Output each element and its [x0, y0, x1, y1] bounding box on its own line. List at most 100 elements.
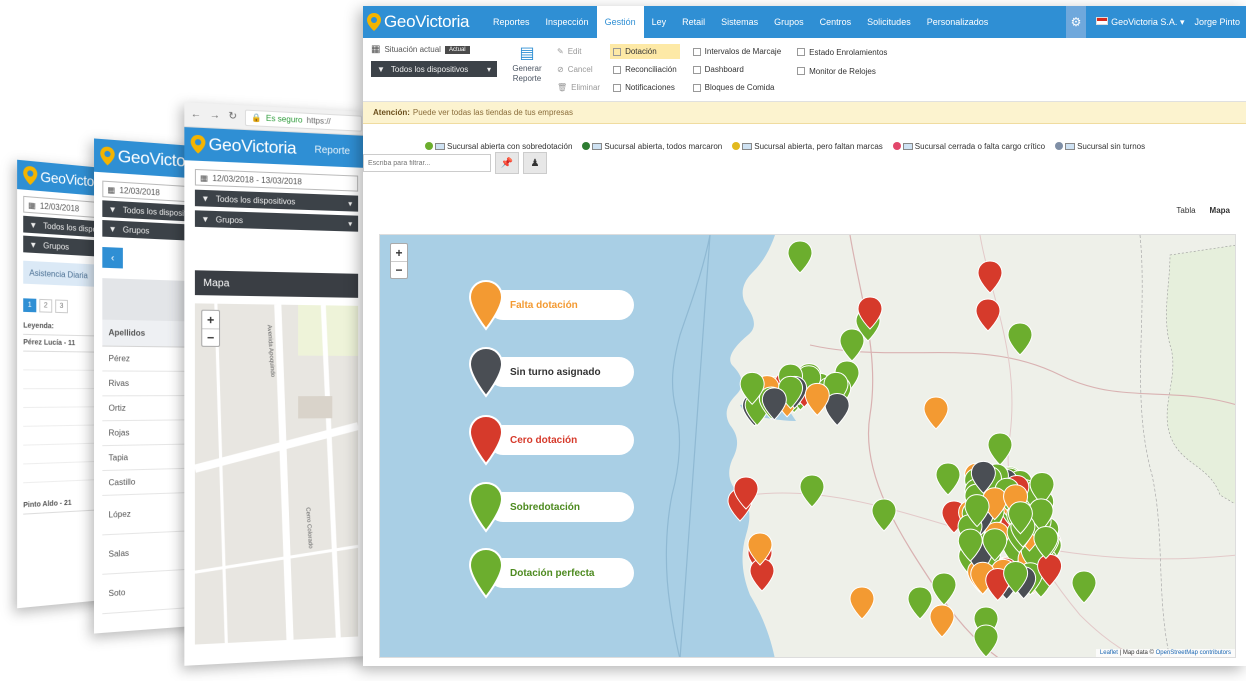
main-brand: GeoVictoria	[384, 12, 469, 32]
menu-gestion[interactable]: Gestión	[597, 6, 644, 38]
address-bar[interactable]: 🔒 Es seguro https://	[245, 109, 362, 131]
page-2[interactable]: 2	[39, 299, 52, 313]
menu-personalizados[interactable]: Personalizados	[919, 6, 997, 38]
menu-solicitudes[interactable]: Solicitudes	[859, 6, 919, 38]
cancel-icon: ⊘	[557, 65, 564, 74]
dot-icon	[425, 142, 433, 150]
ribbon-reconciliacion[interactable]: Reconciliación	[610, 62, 680, 77]
stage: GeoVictoria ▦ 12/03/2018 ▼ Todos los dispo…	[0, 0, 1246, 681]
w3-zoom-control: + −	[201, 310, 220, 347]
legend-label-sobredotacion: Sobredotación	[488, 492, 634, 522]
date-selector[interactable]: ▦ Situación actual Actual	[371, 44, 497, 55]
search-row: 📌 ♟	[363, 152, 547, 174]
legend-label-cero-dotacion: Cero dotación	[488, 425, 634, 455]
w2-expand-button[interactable]: ‹	[102, 247, 123, 268]
zoom-out-button[interactable]: −	[202, 328, 219, 346]
menu-ley[interactable]: Ley	[644, 6, 675, 38]
person-icon: ♟	[531, 158, 540, 169]
menu-centros[interactable]: Centros	[812, 6, 860, 38]
person-tool-button[interactable]: ♟	[523, 152, 547, 174]
alert-title: Atención:	[373, 108, 410, 117]
calendar-icon: ▦	[200, 173, 208, 183]
w3-logo[interactable]: GeoVictoria	[191, 134, 297, 159]
ribbon-enrolamientos[interactable]: Estado Enrolamientos	[794, 44, 890, 60]
checkbox-icon	[797, 67, 805, 75]
reload-icon[interactable]: ↻	[228, 111, 237, 123]
topbar-right: ⚙ GeoVictoria S.A. ▾ Jorge Pinto	[1066, 6, 1246, 38]
devices-dropdown[interactable]: ▼ Todos los dispositivos ▾	[371, 61, 497, 77]
chile-flag-icon	[1096, 17, 1108, 25]
dot-icon	[732, 142, 740, 150]
tab-tabla[interactable]: Tabla	[1176, 206, 1195, 215]
status-legend-item[interactable]: Sucursal abierta, pero faltan marcas	[732, 142, 883, 151]
legend-sin-turno: Sin turno asignado	[468, 346, 504, 398]
gear-icon[interactable]: ⚙	[1066, 6, 1086, 38]
menu-retail[interactable]: Retail	[674, 6, 713, 38]
page-1[interactable]: 1	[23, 298, 36, 312]
pin-tool-button[interactable]: 📌	[495, 152, 519, 174]
forward-arrow-icon[interactable]: →	[210, 110, 220, 122]
leaflet-link[interactable]: Leaflet	[1100, 650, 1118, 656]
checkbox-icon	[693, 84, 701, 92]
ribbon-col-c: Estado Enrolamientos Monitor de Relojes	[794, 44, 890, 95]
w3-street-map[interactable]: Avenida Apoquindo Cerro Colorado + −	[195, 303, 358, 644]
osm-link[interactable]: OpenStreetMap contributors	[1156, 650, 1231, 656]
status-legend-item[interactable]: Sucursal abierta, todos marcaron	[582, 142, 722, 151]
thumbtack-icon: 📌	[501, 158, 513, 169]
status-legend-item[interactable]: Sucursal cerrada o falta cargo crítico	[893, 142, 1045, 151]
zoom-in-button[interactable]: +	[202, 311, 219, 329]
zoom-out-button[interactable]: −	[391, 261, 407, 278]
report-icon: ▤	[517, 44, 537, 64]
page-3[interactable]: 3	[55, 299, 68, 313]
ribbon-dashboard[interactable]: Dashboard	[690, 62, 784, 77]
calendar-icon: ▦	[371, 44, 380, 55]
status-legend-item[interactable]: Sucursal sin turnos	[1055, 142, 1145, 151]
trash-icon: 🗑	[557, 83, 567, 92]
menu-reportes[interactable]: Reportes	[485, 6, 538, 38]
dot-icon	[893, 142, 901, 150]
checkbox-icon	[613, 84, 621, 92]
legend-falta-dotacion: Falta dotación	[468, 279, 504, 331]
menu-sistemas[interactable]: Sistemas	[713, 6, 766, 38]
ribbon-notificaciones[interactable]: Notificaciones	[610, 80, 680, 95]
ribbon-dotacion[interactable]: Dotación	[610, 44, 680, 59]
main-logo[interactable]: GeoVictoria	[363, 12, 485, 32]
ribbon-bloques[interactable]: Bloques de Comida	[690, 80, 784, 95]
status-legend-item[interactable]: Sucursal abierta con sobredotación	[425, 142, 572, 151]
w3-groups-dropdown[interactable]: ▼ Grupos ▾	[195, 210, 358, 231]
caret-down-icon: ▾	[487, 65, 491, 74]
back-arrow-icon[interactable]: ←	[191, 109, 202, 121]
menu-inspeccion[interactable]: Inspección	[538, 6, 597, 38]
generate-report-button[interactable]: ▤ Generar Reporte	[507, 44, 547, 95]
ribbon-disabled-actions: ✎ Edit ⊘ Cancel 🗑 Eliminar	[557, 44, 600, 95]
filter-search-input[interactable]	[363, 154, 491, 172]
company-selector[interactable]: GeoVictoria S.A. ▾	[1096, 17, 1184, 28]
stores-map[interactable]: + − Falta dotación Sin turno asignado Ce…	[379, 234, 1236, 658]
checkbox-icon	[693, 66, 701, 74]
caret-down-icon: ▾	[348, 219, 352, 228]
user-menu[interactable]: Jorge Pinto	[1194, 17, 1240, 27]
menu-grupos[interactable]: Grupos	[766, 6, 812, 38]
ribbon-monitor[interactable]: Monitor de Relojes	[794, 63, 890, 79]
marker-orange-icon	[468, 279, 504, 331]
legend-cero-dotacion: Cero dotación	[468, 414, 504, 466]
w3-devices-dropdown[interactable]: ▼ Todos los dispositivos ▾	[195, 190, 358, 212]
checkbox-icon	[613, 66, 621, 74]
map-attribution: Leaflet | Map data © OpenStreetMap contr…	[1096, 649, 1235, 657]
w3-date-range[interactable]: ▦ 12/03/2018 - 13/03/2018	[195, 169, 358, 192]
pencil-icon: ✎	[557, 47, 564, 56]
filter-icon: ▼	[109, 204, 117, 214]
marker-dark-icon	[468, 346, 504, 398]
map-land	[727, 235, 1236, 658]
ribbon-col-a: Dotación Reconciliación Notificaciones	[610, 44, 680, 95]
ribbon-intervalos[interactable]: Intervalos de Marcaje	[690, 44, 784, 59]
w3-brand: GeoVictoria	[209, 134, 297, 158]
zoom-in-button[interactable]: +	[391, 244, 407, 261]
main-topbar: GeoVictoria Reportes Inspección Gestión …	[363, 6, 1246, 38]
caret-down-icon: ▾	[348, 199, 352, 208]
w3-nav-reporte[interactable]: Reporte	[314, 144, 350, 157]
edit-button[interactable]: ✎ Edit	[557, 44, 600, 59]
delete-button[interactable]: 🗑 Eliminar	[557, 80, 600, 95]
cancel-button[interactable]: ⊘ Cancel	[557, 62, 600, 77]
tab-mapa[interactable]: Mapa	[1210, 206, 1230, 215]
